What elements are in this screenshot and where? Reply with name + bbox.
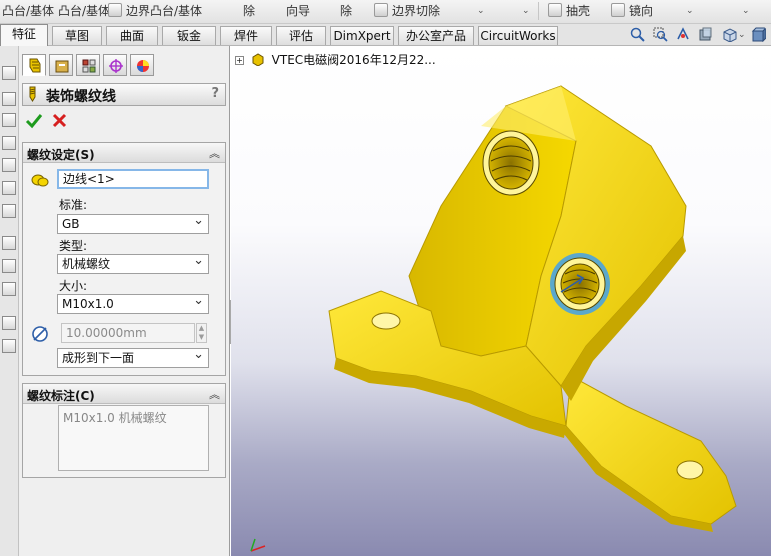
diameter-field[interactable]: 10.00000mm [61, 323, 195, 343]
toolbar-item-wizard[interactable]: 向导 [286, 2, 310, 20]
tab-weldments[interactable]: 焊件 [220, 26, 272, 45]
size-label: 大小: [59, 279, 88, 293]
tab-evaluate[interactable]: 评估 [276, 26, 326, 45]
axis-triad [250, 538, 266, 552]
tab-sheet-metal[interactable]: 钣金 [162, 26, 216, 45]
chevron-down-icon[interactable]: ⌄ [477, 2, 485, 20]
feature-tree-icon [55, 60, 69, 73]
size-select[interactable]: M10x1.0 [57, 292, 209, 314]
lower-arm [564, 375, 737, 532]
feature-icon[interactable] [2, 316, 16, 330]
diameter-icon [32, 326, 48, 342]
section-view-icon[interactable] [698, 27, 713, 42]
tab-configuration-manager[interactable] [76, 54, 100, 76]
tab-feature-manager[interactable] [49, 54, 73, 76]
type-select[interactable]: 机械螺纹 [57, 252, 209, 274]
thread-callout-header[interactable]: 螺纹标注(C) ︽ [23, 384, 225, 404]
thread-settings-header[interactable]: 螺纹设定(S) ︽ [23, 143, 225, 163]
mirror-icon [611, 3, 625, 17]
boundary-boss-icon [108, 3, 122, 17]
configuration-icon [82, 59, 96, 73]
part-model[interactable] [231, 46, 771, 556]
crosshair-icon [109, 59, 123, 73]
feature-icon[interactable] [2, 92, 16, 106]
mount-hole [676, 460, 704, 480]
view-orientation-icon[interactable] [722, 27, 737, 42]
toolbar-item-boundary-cut[interactable]: 边界切除 [374, 2, 440, 20]
command-manager-tabs: 特征 草图 曲面 钣金 焊件 评估 DimXpert 办公室产品 Circuit… [0, 24, 771, 46]
cosmetic-thread-icon [29, 58, 41, 73]
feature-icon[interactable] [2, 113, 16, 127]
left-icon-strip [0, 46, 19, 556]
property-manager: 装饰螺纹线 ? 螺纹设定(S) ︽ 边线<1> 标准: GB 类型: 机械螺纹 … [19, 46, 230, 556]
collapse-chevron-icon[interactable]: ︽ [209, 386, 220, 402]
feature-icon[interactable] [2, 339, 16, 353]
toolbar-item-boss-base-2[interactable]: 凸台/基体 [58, 2, 110, 20]
feature-icon[interactable] [2, 204, 16, 218]
feature-icon[interactable] [2, 136, 16, 150]
toolbar-item-cut-2[interactable]: 除 [340, 2, 352, 20]
previous-view-icon[interactable] [676, 27, 691, 42]
chevron-down-icon[interactable]: ⌄ [738, 26, 746, 44]
feature-icon[interactable] [2, 158, 16, 172]
feature-icon[interactable] [2, 282, 16, 296]
graphics-viewport[interactable]: + VTEC电磁阀2016年12月22... [231, 46, 771, 556]
cosmetic-thread-icon [29, 86, 36, 102]
tab-property-manager[interactable] [22, 54, 46, 76]
page-title: 装饰螺纹线 [46, 89, 116, 105]
property-manager-title-bar: 装饰螺纹线 ? [22, 83, 226, 106]
mount-hole [371, 312, 401, 330]
toolbar-item-boundary-boss[interactable]: 边界凸台/基体 [108, 2, 202, 20]
tab-dimxpert[interactable]: DimXpert [330, 26, 394, 45]
thread-settings-group: 螺纹设定(S) ︽ 边线<1> 标准: GB 类型: 机械螺纹 大小: M10x… [22, 142, 226, 376]
help-button[interactable]: ? [211, 86, 219, 101]
cancel-x-icon[interactable] [51, 112, 69, 130]
standard-select[interactable]: GB [57, 212, 209, 234]
zoom-to-area-icon[interactable] [653, 27, 668, 42]
appearance-icon [137, 60, 149, 72]
tab-display-manager[interactable] [130, 54, 154, 76]
heads-up-view-toolbar: ⌄ [630, 27, 771, 43]
side-threaded-hole [550, 253, 610, 315]
chevron-down-icon[interactable]: ⌄ [742, 2, 750, 20]
zoom-to-fit-icon[interactable] [630, 27, 645, 42]
display-style-icon[interactable] [751, 27, 766, 42]
toolbar-item-shell[interactable]: 抽壳 [548, 2, 590, 20]
end-condition-select[interactable]: 成形到下一面 [57, 346, 209, 368]
chevron-down-icon[interactable]: ⌄ [522, 2, 530, 20]
boundary-cut-icon [374, 3, 388, 17]
thread-callout-group: 螺纹标注(C) ︽ M10x1.0 机械螺纹 [22, 383, 226, 478]
feature-icon[interactable] [2, 181, 16, 195]
diameter-spinner[interactable]: ▲ ▼ [196, 323, 207, 343]
thread-callout-text: M10x1.0 机械螺纹 [58, 405, 209, 471]
top-threaded-hole [482, 130, 540, 196]
tab-dimxpert-manager[interactable] [103, 54, 127, 76]
toolbar-item-boss-base[interactable]: 凸台/基体 [2, 2, 54, 20]
shell-icon [548, 3, 562, 17]
feature-icon[interactable] [2, 236, 16, 250]
standard-label: 标准: [59, 198, 88, 212]
ok-check-icon[interactable] [25, 112, 43, 130]
collapse-chevron-icon[interactable]: ︽ [209, 145, 220, 161]
type-label: 类型: [59, 239, 88, 253]
feature-icon[interactable] [2, 66, 16, 80]
tab-features[interactable]: 特征 [0, 24, 48, 46]
toolbar-item-cut[interactable]: 除 [243, 2, 255, 20]
toolbar-item-mirror[interactable]: 镜向 [611, 2, 653, 20]
tab-surfaces[interactable]: 曲面 [106, 26, 158, 45]
tab-office-products[interactable]: 办公室产品 [398, 26, 474, 45]
edge-selection-icon [31, 174, 49, 187]
top-toolbar: 凸台/基体 凸台/基体 边界凸台/基体 除 向导 除 边界切除 ⌄ ⌄ 抽壳 镜… [0, 0, 771, 24]
tab-sketch[interactable]: 草图 [52, 26, 102, 45]
tab-circuitworks[interactable]: CircuitWorks [478, 26, 558, 45]
feature-icon[interactable] [2, 259, 16, 273]
toolbar-divider [538, 2, 539, 20]
chevron-down-icon[interactable]: ⌄ [686, 2, 694, 20]
edge-selection-field[interactable]: 边线<1> [57, 169, 209, 189]
